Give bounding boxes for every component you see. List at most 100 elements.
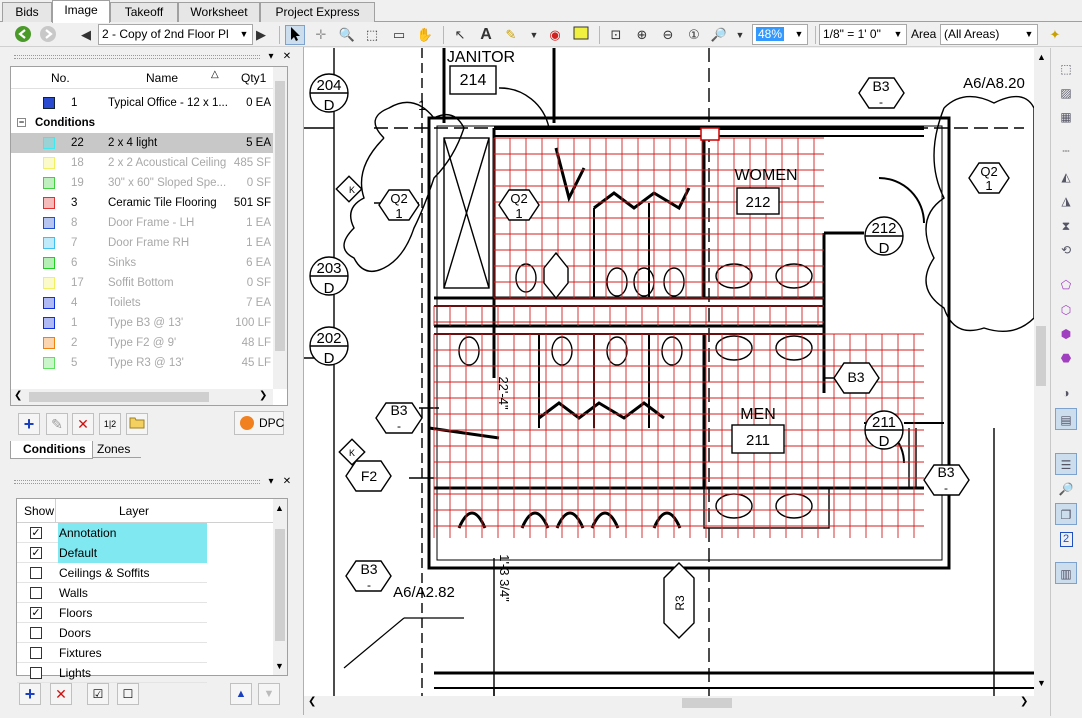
numbering-button[interactable]: 1|2	[99, 413, 121, 435]
shape-delete-icon[interactable]: ⬣	[1055, 347, 1077, 369]
scroll-thumb[interactable]	[275, 529, 285, 641]
pan-hand-icon[interactable]: ✋	[415, 25, 435, 45]
list-view-icon[interactable]: ☰	[1055, 453, 1077, 475]
hscroll-thumb[interactable]	[682, 698, 732, 708]
text-tool-icon[interactable]: A	[476, 25, 496, 45]
conditions-group-row[interactable]: − Conditions	[11, 113, 271, 133]
layer-row[interactable]: ✓ Default	[17, 543, 207, 563]
wand-icon[interactable]: ✦	[1045, 25, 1065, 45]
condition-row[interactable]: 1 Typical Office - 12 x 1... 0 EA	[11, 93, 271, 113]
close-icon[interactable]: ✕	[280, 50, 294, 63]
col-qty[interactable]: Qty1	[241, 71, 266, 85]
layer-row[interactable]: Walls	[17, 583, 207, 603]
layer-visibility-checkbox[interactable]: ✓	[30, 527, 42, 539]
layer-row[interactable]: Lights	[17, 663, 207, 683]
layer-visibility-checkbox[interactable]	[30, 587, 42, 599]
condition-row[interactable]: 2 Type F2 @ 9' 48 LF	[11, 333, 273, 353]
condition-row[interactable]: 8 Door Frame - LH 1 EA	[11, 213, 273, 233]
conditions-hscrollbar[interactable]: ❮ ❯	[11, 389, 273, 405]
canvas-hscrollbar[interactable]: ❮ ❯	[304, 696, 1034, 710]
tab-conditions[interactable]: Conditions	[10, 441, 93, 459]
shape-copy-icon[interactable]: ⬠	[1055, 274, 1077, 296]
add-layer-button[interactable]: +	[19, 683, 41, 705]
zoom-fit-icon[interactable]: ①	[684, 25, 704, 45]
canvas-vscrollbar[interactable]: ▲ ▼	[1034, 48, 1048, 696]
zoom-in-icon[interactable]: ⊕	[632, 25, 652, 45]
uncheck-all-button[interactable]: ☐	[117, 683, 139, 705]
highlighter-icon[interactable]: ✎	[501, 25, 521, 45]
shape-move-icon[interactable]: ⬢	[1055, 323, 1077, 345]
zoom-select[interactable]: 48% ▼	[752, 24, 808, 45]
condition-row[interactable]: 22 2 x 4 light 5 EA	[11, 133, 273, 153]
page-number-icon[interactable]: 2	[1055, 527, 1077, 549]
select-region-icon[interactable]: ⬚	[1055, 58, 1077, 80]
scale-select[interactable]: 1/8" = 1' 0" ▼	[819, 24, 907, 45]
tab-worksheet[interactable]: Worksheet	[178, 2, 260, 22]
layers-toggle-icon[interactable]: ▤	[1055, 408, 1077, 430]
grid-icon[interactable]: ▦	[1055, 106, 1077, 128]
conditions-scrollbar[interactable]	[273, 67, 287, 389]
highlight-box-icon[interactable]	[571, 25, 591, 45]
col-name[interactable]: Name	[146, 71, 178, 85]
tab-bids[interactable]: Bids	[2, 2, 52, 22]
layer-visibility-checkbox[interactable]	[30, 627, 42, 639]
rotate-left-icon[interactable]: ◭	[1055, 166, 1077, 188]
layer-row[interactable]: Ceilings & Soffits	[17, 563, 207, 583]
zoom-window-icon[interactable]: 🔍	[337, 25, 357, 45]
condition-row[interactable]: 4 Toilets 7 EA	[11, 293, 273, 313]
layer-row[interactable]: Doors	[17, 623, 207, 643]
col-show[interactable]: Show	[24, 504, 54, 518]
hscroll-thumb[interactable]	[29, 392, 209, 402]
page-select[interactable]: 2 - Copy of 2nd Floor Pl ▼	[98, 24, 253, 45]
condition-row[interactable]: 3 Ceramic Tile Flooring 501 SF	[11, 193, 273, 213]
image-search-icon[interactable]: 🔎	[1055, 478, 1077, 500]
tab-zones[interactable]: Zones	[93, 442, 141, 458]
dropdown-icon[interactable]: ▾	[264, 475, 278, 488]
condition-row[interactable]: 18 2 x 2 Acoustical Ceiling 485 SF	[11, 153, 273, 173]
rotate-right-icon[interactable]: ◮	[1055, 190, 1077, 212]
condition-row[interactable]: 1 Type B3 @ 13' 100 LF	[11, 313, 273, 333]
tab-image[interactable]: Image	[52, 0, 110, 23]
forward-icon[interactable]	[38, 25, 58, 45]
shape-paste-icon[interactable]: ⬡	[1055, 299, 1077, 321]
col-layer[interactable]: Layer	[119, 504, 149, 518]
condition-row[interactable]: 5 Type R3 @ 13' 45 LF	[11, 353, 273, 373]
area-select[interactable]: (All Areas) ▼	[940, 24, 1038, 45]
properties-icon[interactable]: ▥	[1055, 562, 1077, 584]
collapse-icon[interactable]: −	[17, 118, 26, 127]
fill-region-icon[interactable]: ▨	[1055, 82, 1077, 104]
annotation-arrow-icon[interactable]: ↖	[450, 25, 470, 45]
chevron-down-icon[interactable]: ▼	[730, 25, 750, 45]
new-folder-button[interactable]	[126, 413, 148, 435]
delete-condition-button[interactable]: ✕	[72, 413, 94, 435]
contrast-icon[interactable]: ◑	[1055, 382, 1077, 404]
chevron-down-icon[interactable]: ▼	[524, 25, 544, 45]
layers-scrollbar[interactable]: ▲ ▼	[273, 499, 287, 675]
drawing-canvas[interactable]: 204 D 203 D 202 D 212 D 211 D Q2 1 Q2 1 …	[304, 48, 1034, 696]
layer-visibility-checkbox[interactable]	[30, 667, 42, 679]
condition-row[interactable]: 6 Sinks 6 EA	[11, 253, 273, 273]
edit-condition-button[interactable]: ✎	[46, 413, 68, 435]
zoom-area-icon[interactable]: ⬚	[362, 25, 382, 45]
move-up-button[interactable]: ▲	[230, 683, 252, 705]
zoom-out-icon[interactable]: ⊖	[658, 25, 678, 45]
zoom-page-icon[interactable]: ⊡	[606, 25, 626, 45]
prev-page-icon[interactable]: ◀	[76, 25, 96, 45]
mirror-icon[interactable]: ⧗	[1055, 215, 1077, 237]
tab-takeoff[interactable]: Takeoff	[110, 2, 178, 22]
col-no[interactable]: No.	[51, 71, 70, 85]
add-condition-button[interactable]: +	[18, 413, 40, 435]
layer-visibility-checkbox[interactable]	[30, 647, 42, 659]
close-icon[interactable]: ✕	[280, 475, 294, 488]
crosshair-icon[interactable]: ✛	[311, 25, 331, 45]
layer-visibility-checkbox[interactable]: ✓	[30, 607, 42, 619]
layer-visibility-checkbox[interactable]	[30, 567, 42, 579]
dpc-button[interactable]: DPC	[234, 411, 284, 435]
dropdown-icon[interactable]: ▾	[264, 50, 278, 63]
select-arrow-icon[interactable]	[285, 25, 305, 45]
back-icon[interactable]	[13, 25, 33, 45]
flip-icon[interactable]: ⟲	[1055, 239, 1077, 261]
layer-visibility-checkbox[interactable]: ✓	[30, 547, 42, 559]
next-page-icon[interactable]: ▶	[251, 25, 271, 45]
zoom-rect-icon[interactable]: ▭	[389, 25, 409, 45]
